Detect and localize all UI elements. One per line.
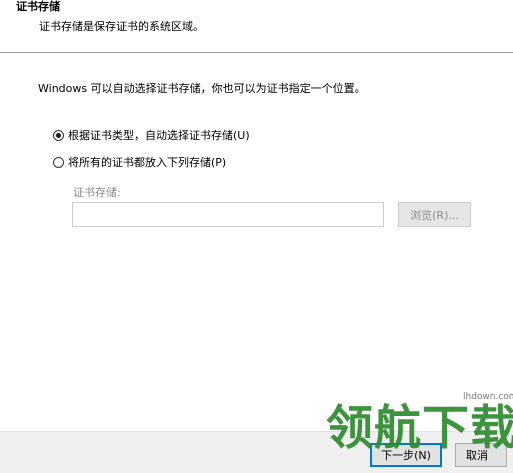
watermark-logo: 领航下载 <box>326 401 513 456</box>
page-title: 证书存储 <box>16 0 60 13</box>
radio-selected-icon[interactable] <box>53 129 64 141</box>
watermark-domain: lhdown.com <box>463 392 513 402</box>
certificate-store-field <box>72 202 384 227</box>
place-in-store-label: 将所有的证书都放入下列存储(P) <box>68 156 227 169</box>
page-description: 证书存储是保存证书的系统区域。 <box>39 20 204 33</box>
wizard-header: 证书存储 证书存储是保存证书的系统区域。 <box>0 0 513 52</box>
auto-select-store-option[interactable]: 根据证书类型，自动选择证书存储(U) <box>53 127 250 143</box>
certificate-store-label: 证书存储: <box>73 186 121 199</box>
intro-text: Windows 可以自动选择证书存储，你也可以为证书指定一个位置。 <box>38 82 366 95</box>
place-in-store-option[interactable]: 将所有的证书都放入下列存储(P) <box>53 154 226 170</box>
auto-select-store-label: 根据证书类型，自动选择证书存储(U) <box>68 129 250 142</box>
radio-unselected-icon[interactable] <box>53 156 64 168</box>
certificate-import-wizard: 证书存储 证书存储是保存证书的系统区域。 Windows 可以自动选择证书存储，… <box>0 0 513 473</box>
browse-button: 浏览(R)... <box>398 202 471 227</box>
header-divider <box>0 52 513 53</box>
